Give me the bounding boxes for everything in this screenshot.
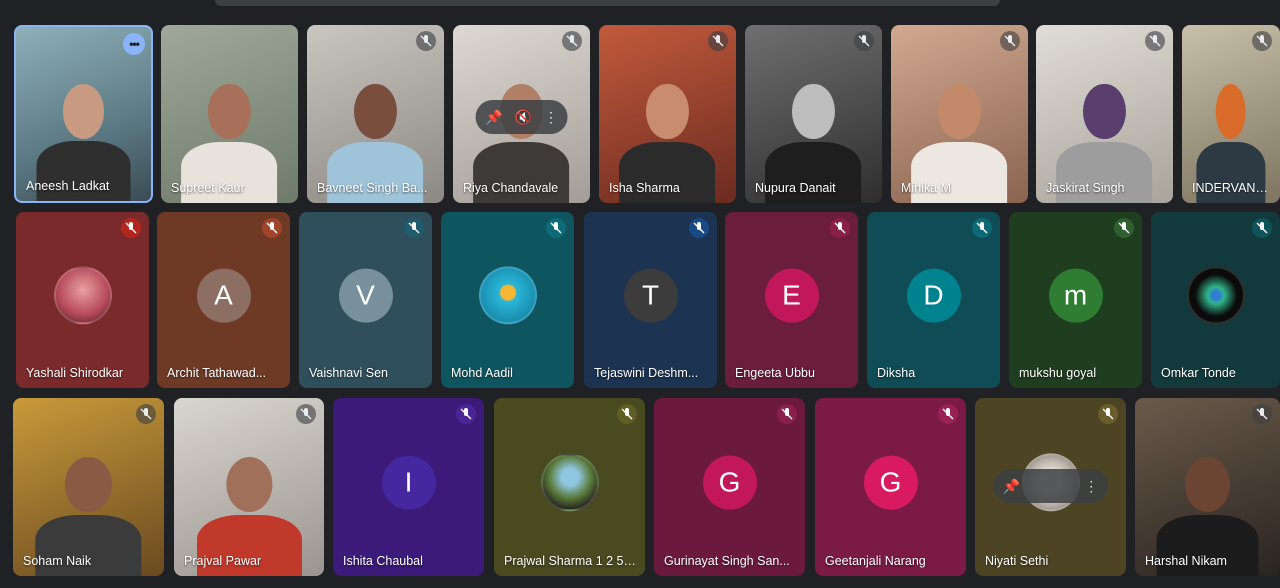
mic-off-icon: [1145, 31, 1165, 51]
mic-off-icon: [708, 31, 728, 51]
participant-tile[interactable]: 📌 🔇 ⋮ Riya Chandavale: [453, 25, 590, 203]
avatar: G: [863, 455, 918, 510]
mic-off-icon: [562, 31, 582, 51]
more-vert-icon[interactable]: ⋮: [544, 109, 558, 126]
participant-tile[interactable]: INDERVANS...: [1182, 25, 1280, 203]
participant-tile[interactable]: Omkar Tonde: [1151, 212, 1280, 388]
mic-off-icon: [546, 218, 566, 238]
mic-off-icon: [972, 218, 992, 238]
participant-name: Tejaswini Deshm...: [594, 366, 699, 380]
participant-tile[interactable]: Nupura Danait: [745, 25, 882, 203]
participant-name: Nupura Danait: [755, 181, 836, 195]
participant-name: Prajval Pawar: [184, 554, 262, 568]
avatar: A: [196, 268, 251, 323]
avatar: T: [623, 268, 678, 323]
tile-hover-controls[interactable]: 📌 ⋮: [992, 469, 1109, 503]
participant-tile[interactable]: Mohd Aadil: [441, 212, 574, 388]
participant-tile[interactable]: V Vaishnavi Sen: [299, 212, 432, 388]
mic-off-icon: [1114, 218, 1134, 238]
mic-off-icon: [262, 218, 282, 238]
participant-name: Isha Sharma: [609, 181, 680, 195]
mic-off-icon: [456, 404, 476, 424]
participant-tile[interactable]: G Geetanjali Narang: [815, 398, 966, 576]
participant-tile[interactable]: A Archit Tathawad...: [157, 212, 290, 388]
mic-off-icon: [404, 218, 424, 238]
more-vert-icon[interactable]: ⋮: [1084, 478, 1098, 495]
avatar: G: [702, 455, 757, 510]
participant-name: Omkar Tonde: [1161, 366, 1236, 380]
participant-name: Soham Naik: [23, 554, 92, 568]
participant-name: Vaishnavi Sen: [309, 366, 388, 380]
mic-off-icon: [121, 218, 141, 238]
participant-tile[interactable]: 📌 ⋮ Niyati Sethi: [975, 398, 1126, 576]
mic-off-icon[interactable]: 🔇: [515, 109, 532, 126]
participant-tile[interactable]: I Ishita Chaubal: [333, 398, 484, 576]
participant-name: Engeeta Ubbu: [735, 366, 815, 380]
participant-name: INDERVANS...: [1192, 181, 1272, 195]
participant-tile[interactable]: Isha Sharma: [599, 25, 736, 203]
participant-name: Bavneet Singh Ba...: [317, 181, 428, 195]
participant-tile[interactable]: D Diksha: [867, 212, 1000, 388]
mic-off-icon: [1000, 31, 1020, 51]
mic-off-icon: [296, 404, 316, 424]
mic-off-icon: [854, 31, 874, 51]
participant-name: Yashali Shirodkar: [26, 366, 124, 380]
top-controls-bar: [215, 0, 1000, 6]
participant-tile[interactable]: Bavneet Singh Ba...: [307, 25, 444, 203]
tile-hover-controls[interactable]: 📌 🔇 ⋮: [475, 100, 568, 134]
avatar: [1186, 266, 1245, 325]
avatar: [478, 266, 537, 325]
participant-name: Diksha: [877, 366, 916, 380]
participant-name: Gurinayat Singh San...: [664, 554, 790, 568]
pin-icon[interactable]: 📌: [1003, 478, 1020, 495]
participant-tile[interactable]: ••• Aneesh Ladkat: [14, 25, 153, 203]
avatar: m: [1048, 268, 1103, 323]
mic-off-icon: [1098, 404, 1118, 424]
participant-name: Geetanjali Narang: [825, 554, 926, 568]
participant-name: Supreet Kaur: [171, 181, 245, 195]
mic-off-icon: [136, 404, 156, 424]
participant-tile[interactable]: Mihika M: [891, 25, 1028, 203]
participant-name: Aneesh Ladkat: [26, 179, 110, 193]
participant-tile[interactable]: Yashali Shirodkar: [16, 212, 149, 388]
participant-name: Niyati Sethi: [985, 554, 1049, 568]
participant-name: Mihika M: [901, 181, 952, 195]
avatar: D: [906, 268, 961, 323]
participant-name: Jaskirat Singh: [1046, 181, 1125, 195]
avatar: E: [764, 268, 819, 323]
participant-name: mukshu goyal: [1019, 366, 1097, 380]
participant-name: Harshal Nikam: [1145, 554, 1227, 568]
avatar: [53, 266, 112, 325]
avatar: [540, 453, 599, 512]
participant-name: Ishita Chaubal: [343, 554, 423, 568]
participant-tile[interactable]: Soham Naik: [13, 398, 164, 576]
participant-tile[interactable]: E Engeeta Ubbu: [725, 212, 858, 388]
participant-tile[interactable]: Prajval Pawar: [174, 398, 324, 576]
participant-name: Riya Chandavale: [463, 181, 559, 195]
mic-off-icon: [830, 218, 850, 238]
participant-tile[interactable]: Jaskirat Singh: [1036, 25, 1173, 203]
mic-off-icon: [1252, 404, 1272, 424]
participant-tile[interactable]: T Tejaswini Deshm...: [584, 212, 717, 388]
mic-off-icon: [1252, 31, 1272, 51]
participant-tile[interactable]: Prajwal Sharma 1 2 5 ...: [494, 398, 645, 576]
participant-tile[interactable]: Harshal Nikam: [1135, 398, 1280, 576]
avatar: I: [381, 455, 436, 510]
participant-name: Prajwal Sharma 1 2 5 ...: [504, 554, 637, 568]
mic-off-icon: [938, 404, 958, 424]
participant-tile[interactable]: m mukshu goyal: [1009, 212, 1142, 388]
more-options-icon[interactable]: •••: [123, 33, 145, 55]
avatar: V: [338, 268, 393, 323]
mic-off-icon: [1252, 218, 1272, 238]
participant-tile[interactable]: G Gurinayat Singh San...: [654, 398, 805, 576]
mic-off-icon: [689, 218, 709, 238]
mic-off-icon: [777, 404, 797, 424]
mic-off-icon: [617, 404, 637, 424]
participant-tile[interactable]: Supreet Kaur: [161, 25, 298, 203]
participant-name: Mohd Aadil: [451, 366, 513, 380]
participant-name: Archit Tathawad...: [167, 366, 267, 380]
mic-off-icon: [416, 31, 436, 51]
pin-icon[interactable]: 📌: [485, 109, 502, 126]
